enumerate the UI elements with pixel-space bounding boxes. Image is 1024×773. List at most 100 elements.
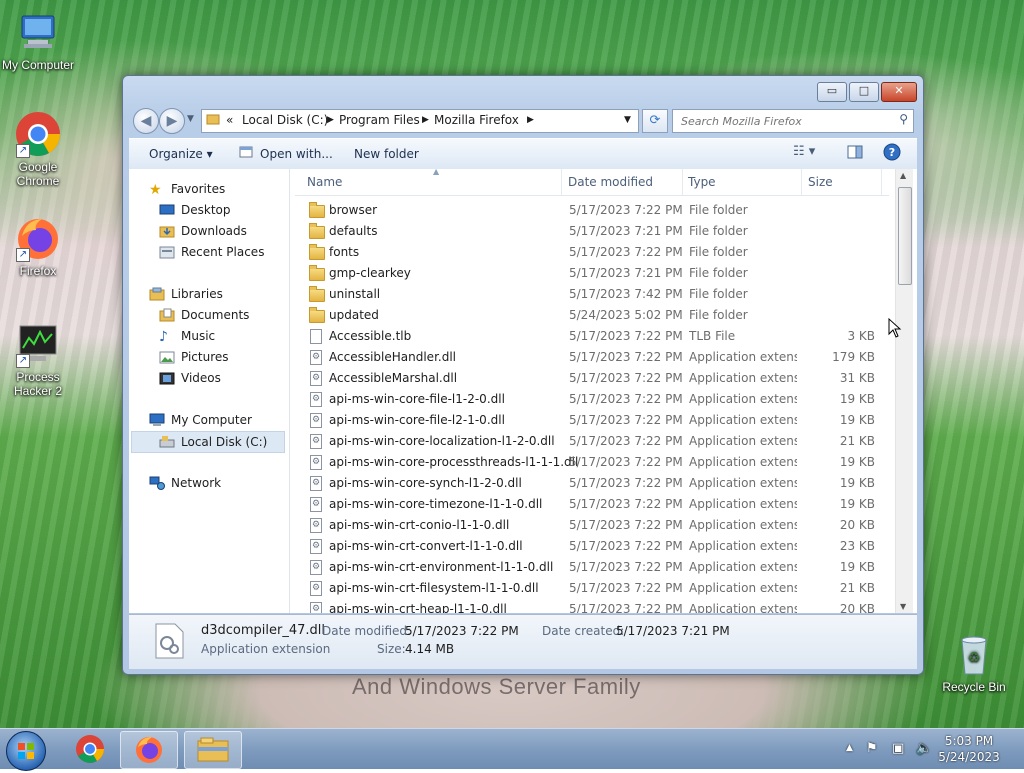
action-center-flag-icon[interactable]: ⚑ (866, 741, 878, 756)
nav-network[interactable]: Network (149, 473, 221, 493)
file-name: api-ms-win-crt-conio-l1-1-0.dll (329, 518, 510, 532)
libraries-icon (149, 287, 165, 301)
nav-pictures[interactable]: Pictures (159, 347, 229, 367)
network-status-icon[interactable]: ▣ (892, 741, 904, 756)
address-bar[interactable]: « Local Disk (C:) ▶ Program Files ▶ Mozi… (201, 109, 639, 133)
file-row[interactable]: api-ms-win-core-file-l1-2-0.dll 5/17/2023… (295, 389, 889, 410)
file-row[interactable]: api-ms-win-crt-heap-l1-1-0.dll 5/17/2023 … (295, 599, 889, 613)
details-created-value: 5/17/2023 7:21 PM (616, 624, 730, 638)
column-date-modified[interactable]: Date modified (568, 175, 653, 189)
desktop-icon-google-chrome[interactable]: ↗ Google Chrome (0, 110, 76, 188)
file-row[interactable]: api-ms-win-core-synch-l1-2-0.dll 5/17/202… (295, 473, 889, 494)
breadcrumb-local-disk[interactable]: Local Disk (C:) (242, 113, 328, 127)
taskbar-firefox[interactable] (120, 731, 178, 769)
nav-desktop[interactable]: Desktop (159, 200, 231, 220)
desktop-icon-recycle-bin[interactable]: ♻ Recycle Bin (936, 630, 1012, 694)
nav-favorites[interactable]: ★ Favorites (149, 179, 225, 199)
open-with-icon (239, 145, 253, 162)
file-row[interactable]: uninstall 5/17/2023 7:42 PM File folder (295, 284, 889, 305)
details-size-label: Size: (377, 642, 406, 656)
nav-documents[interactable]: Documents (159, 305, 249, 325)
nav-downloads[interactable]: Downloads (159, 221, 247, 241)
back-button[interactable]: ◀ (133, 108, 159, 134)
nav-videos[interactable]: Videos (159, 368, 221, 388)
nav-recent-places[interactable]: Recent Places (159, 242, 264, 262)
shortcut-arrow-icon: ↗ (16, 354, 30, 368)
desktop-icon-firefox[interactable]: ↗ Firefox (0, 214, 76, 278)
refresh-icon[interactable]: ⟳ (642, 109, 668, 133)
file-row[interactable]: updated 5/24/2023 5:02 PM File folder (295, 305, 889, 326)
clock-time: 5:03 PM (944, 734, 994, 748)
file-row[interactable]: browser 5/17/2023 7:22 PM File folder (295, 200, 889, 221)
scroll-down-icon[interactable]: ▼ (900, 602, 906, 611)
file-row[interactable]: gmp-clearkey 5/17/2023 7:21 PM File folder (295, 263, 889, 284)
file-name: AccessibleMarshal.dll (329, 371, 458, 385)
open-with-button[interactable]: Open with... (260, 147, 333, 161)
file-type: File folder (689, 245, 748, 259)
file-row[interactable]: api-ms-win-core-timezone-l1-1-0.dll 5/17/… (295, 494, 889, 515)
file-size: 21 KB (839, 581, 875, 595)
music-note-icon: ♪ (159, 329, 168, 345)
breadcrumb-arrow-icon[interactable]: ▶ (527, 115, 534, 125)
vertical-scrollbar[interactable]: ▲ ▼ (895, 169, 913, 613)
organize-button[interactable]: Organize ▾ (149, 147, 213, 161)
breadcrumb-program-files[interactable]: Program Files (339, 113, 420, 127)
details-pane: d3dcompiler_47.dll Application extension… (129, 614, 917, 669)
nav-libraries[interactable]: Libraries (149, 284, 223, 304)
dll-file-icon (310, 581, 322, 596)
nav-music[interactable]: ♪ Music (159, 326, 215, 346)
file-type: Application extens... (689, 476, 797, 490)
volume-muted-icon[interactable]: 🔈 (916, 741, 932, 756)
search-icon[interactable]: ⚲ (899, 112, 908, 126)
breadcrumb-arrow-icon[interactable]: ▶ (422, 115, 429, 125)
file-row[interactable]: api-ms-win-crt-environment-l1-1-0.dll 5/1… (295, 557, 889, 578)
column-name[interactable]: Name (307, 175, 342, 189)
system-clock[interactable]: 5:03 PM 5/24/2023 (934, 733, 1004, 765)
file-name: api-ms-win-crt-environment-l1-1-0.dll (329, 560, 554, 574)
file-type: File folder (689, 266, 748, 280)
start-button[interactable] (6, 731, 46, 771)
file-row[interactable]: api-ms-win-crt-convert-l1-1-0.dll 5/17/20… (295, 536, 889, 557)
help-icon[interactable]: ? (883, 143, 901, 164)
file-row[interactable]: api-ms-win-crt-filesystem-l1-1-0.dll 5/17… (295, 578, 889, 599)
close-button[interactable]: ✕ (881, 82, 917, 102)
minimize-button[interactable]: ▭ (817, 82, 847, 102)
file-row[interactable]: Accessible.tlb 5/17/2023 7:22 PM TLB File 3… (295, 326, 889, 347)
column-size[interactable]: Size (808, 175, 833, 189)
tray-overflow-icon[interactable]: ▲ (846, 743, 853, 753)
scroll-up-icon[interactable]: ▲ (900, 171, 906, 180)
file-row[interactable]: api-ms-win-core-processthreads-l1-1-1.dl… (295, 452, 889, 473)
nav-local-disk[interactable]: Local Disk (C:) (131, 431, 285, 453)
file-name: browser (329, 203, 378, 217)
file-type: Application extens... (689, 539, 797, 553)
search-box[interactable]: ⚲ (672, 109, 914, 133)
preview-pane-icon[interactable] (847, 144, 863, 163)
desktop-icon-my-computer[interactable]: My Computer (0, 8, 76, 72)
explorer-window: ▭ □ ✕ ◀ ▶ ▼ « Local Disk (C:) ▶ Program … (122, 75, 924, 675)
new-folder-button[interactable]: New folder (354, 147, 419, 161)
taskbar-explorer[interactable] (184, 731, 242, 769)
file-row[interactable]: api-ms-win-crt-conio-l1-1-0.dll 5/17/2023… (295, 515, 889, 536)
breadcrumb-mozilla-firefox[interactable]: Mozilla Firefox (434, 113, 519, 127)
taskbar-chrome[interactable] (62, 731, 118, 767)
maximize-button[interactable]: □ (849, 82, 879, 102)
view-options-icon[interactable]: ☷ ▾ (793, 144, 815, 159)
file-row[interactable]: defaults 5/17/2023 7:21 PM File folder (295, 221, 889, 242)
file-row[interactable]: AccessibleHandler.dll 5/17/2023 7:22 PM Ap… (295, 347, 889, 368)
scrollbar-thumb[interactable] (898, 187, 912, 285)
file-row[interactable]: api-ms-win-core-file-l2-1-0.dll 5/17/2023… (295, 410, 889, 431)
address-dropdown-icon[interactable]: ▼ (624, 115, 631, 125)
search-input[interactable] (679, 111, 893, 131)
file-row[interactable]: fonts 5/17/2023 7:22 PM File folder (295, 242, 889, 263)
computer-icon (149, 413, 165, 427)
chrome-icon (76, 735, 104, 763)
recent-pages-chevron-icon[interactable]: ▼ (187, 114, 194, 124)
desktop-icon-process-hacker[interactable]: ↗ Process Hacker 2 (0, 320, 76, 398)
nav-my-computer[interactable]: My Computer (149, 410, 252, 430)
breadcrumb-overflow[interactable]: « (226, 113, 233, 127)
file-row[interactable]: AccessibleMarshal.dll 5/17/2023 7:22 PM Ap… (295, 368, 889, 389)
forward-button[interactable]: ▶ (159, 108, 185, 134)
file-row[interactable]: api-ms-win-core-localization-l1-2-0.dll 5… (295, 431, 889, 452)
breadcrumb-arrow-icon[interactable]: ▶ (327, 115, 334, 125)
column-type[interactable]: Type (688, 175, 716, 189)
